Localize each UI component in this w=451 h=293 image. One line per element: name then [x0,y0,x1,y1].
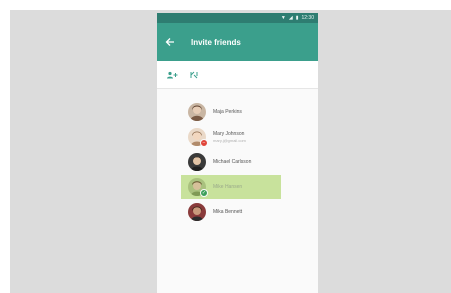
list-item[interactable]: Michael Carlsson [181,150,313,174]
list-item[interactable]: − Mary Johnson mary.j@gmail.com [181,125,313,149]
battery-icon: ▮ [295,15,299,21]
contact-text: Maja Perkins [213,109,242,115]
app-bar: Invite friends [157,23,318,61]
contact-name: Michael Carlsson [213,159,252,165]
contact-name: Mary Johnson [213,131,245,137]
contact-name: Mika Bennett [213,209,243,215]
contact-name: Mike Hansen [213,184,243,190]
status-time: 12:30 [301,15,314,21]
contact-text: Michael Carlsson [213,159,251,165]
wifi-icon: ▼ [280,15,286,21]
avatar [188,103,206,121]
check-badge-icon[interactable]: ✓ [200,189,208,197]
add-people-icon[interactable] [166,69,178,81]
contact-text: Mike Hansen [213,184,242,190]
list-item[interactable]: Maja Perkins [181,100,313,124]
contact-text: Mary Johnson mary.j@gmail.com [213,131,246,143]
page-title: Invite friends [191,37,241,47]
signal-icon: ◢ [288,15,293,21]
merge-icon[interactable] [188,69,200,81]
avatar [188,203,206,221]
status-bar: ▼ ◢ ▮ 12:30 [157,13,318,23]
avatar [188,153,206,171]
remove-badge-icon[interactable]: − [200,139,208,147]
action-toolbar [157,61,318,89]
contact-email: mary.j@gmail.com [213,138,246,143]
phone-screen: ▼ ◢ ▮ 12:30 Invite friends Maja Perkins … [157,13,318,293]
list-item[interactable]: Mika Bennett [181,200,313,224]
contact-text: Mika Bennett [213,209,242,215]
list-item-selected[interactable]: ✓ Mike Hansen [181,175,281,199]
back-arrow-icon[interactable] [163,35,177,49]
contact-name: Maja Perkins [213,109,242,115]
